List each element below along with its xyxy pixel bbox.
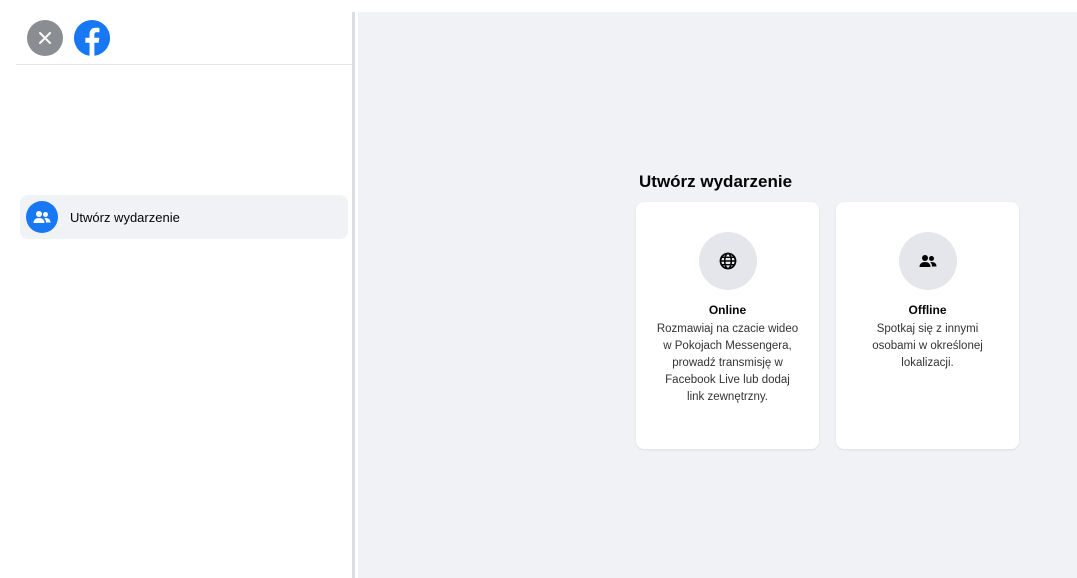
close-button[interactable]	[27, 20, 63, 56]
main-content: Utwórz wydarzenie Online Rozmawiaj na cz…	[358, 12, 1077, 578]
sidebar-header	[16, 12, 352, 65]
page-title: Utwórz wydarzenie	[639, 172, 793, 191]
close-icon	[39, 32, 51, 44]
create-event-page: Utwórz wydarzenie Utwórz wydarzenie Onli…	[0, 0, 1077, 578]
sidebar-item-label: Utwórz wydarzenie	[70, 209, 180, 225]
card-description: Rozmawiaj na czacie wideo w Pokojach Mes…	[656, 323, 799, 403]
card-description: Spotkaj się z innymi osobami w określone…	[872, 323, 983, 369]
people-icon	[26, 201, 58, 233]
facebook-logo-icon[interactable]	[73, 19, 111, 57]
offline-event-card[interactable]: Offline Spotkaj się z innymi osobami w o…	[836, 202, 1019, 449]
card-title: Offline	[908, 303, 947, 317]
online-event-card[interactable]: Online Rozmawiaj na czacie wideo w Pokoj…	[636, 202, 819, 449]
sidebar: Utwórz wydarzenie	[16, 12, 355, 578]
card-title: Online	[708, 303, 747, 317]
globe-icon	[699, 232, 757, 290]
people-icon	[899, 232, 957, 290]
sidebar-item-create-event[interactable]: Utwórz wydarzenie	[20, 195, 348, 239]
